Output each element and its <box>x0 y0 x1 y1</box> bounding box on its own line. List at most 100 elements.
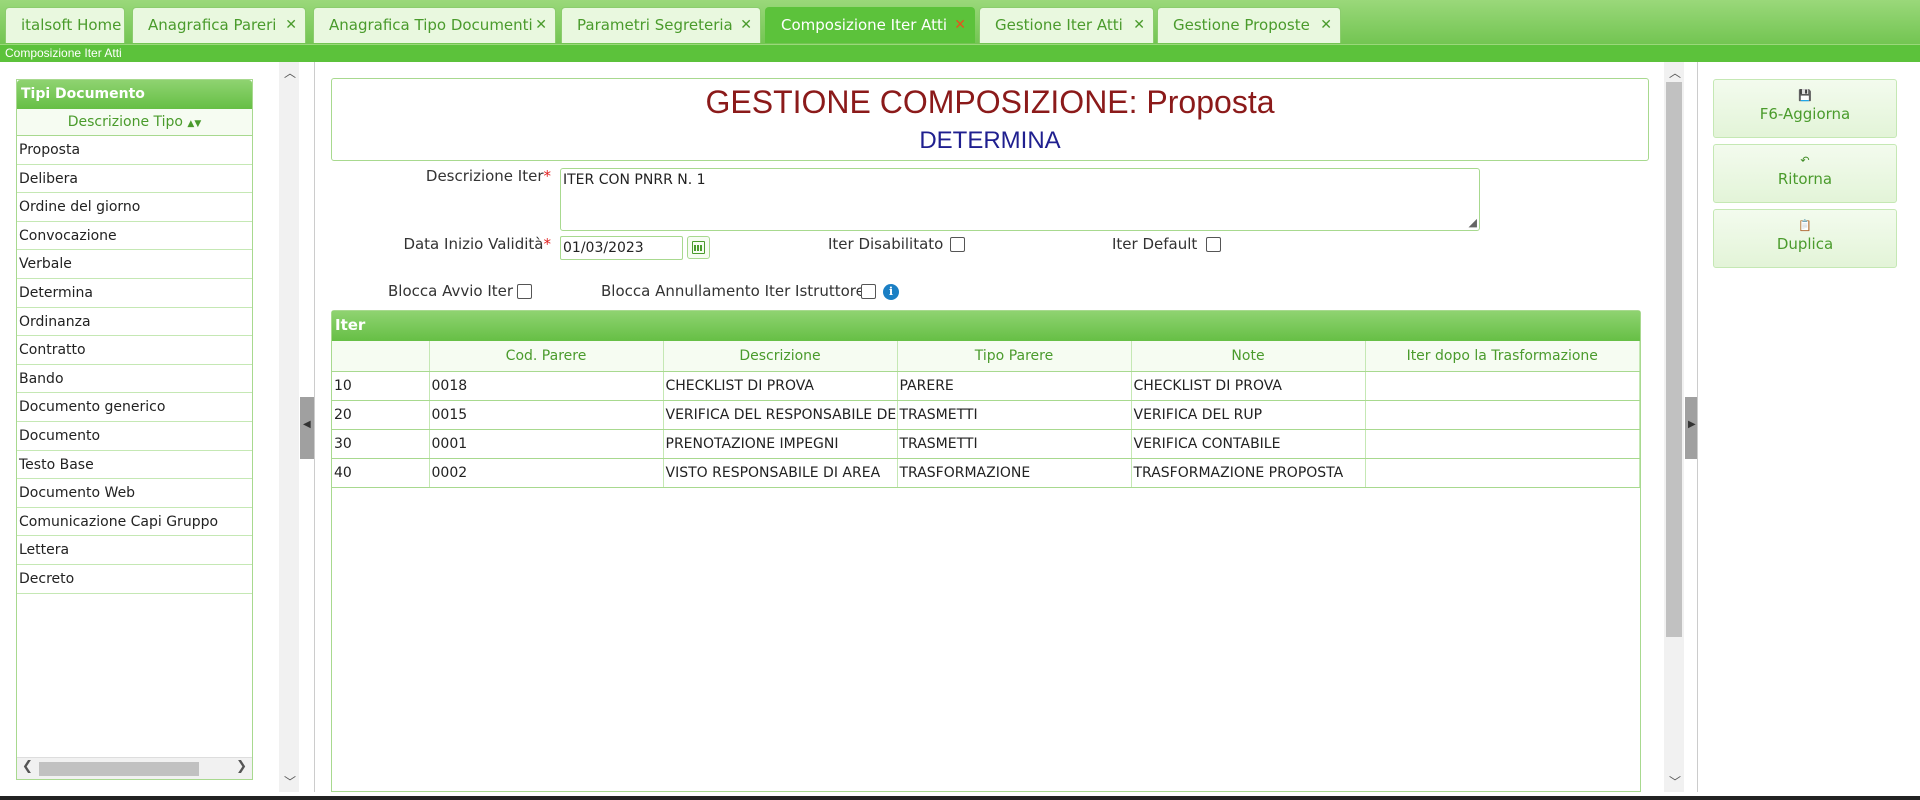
column-header[interactable]: Note <box>1131 341 1366 372</box>
column-header[interactable]: Tipo Parere <box>897 341 1132 372</box>
table-cell: 20 <box>332 400 430 430</box>
column-header[interactable]: Descrizione <box>663 341 898 372</box>
iter-grid: Iter Cod. Parere Descrizione Tipo Parere No… <box>331 310 1641 792</box>
list-item[interactable]: Documento generico <box>17 393 252 422</box>
table-row[interactable]: 200015VERIFICA DEL RESPONSABILE DEL PROC… <box>332 400 1640 430</box>
close-icon[interactable]: ✕ <box>1133 8 1145 42</box>
column-header-descrizione-tipo[interactable]: Descrizione Tipo ▲▼ <box>17 109 252 136</box>
list-item[interactable]: Determina <box>17 279 252 308</box>
chevron-down-icon[interactable]: ﹀ <box>1669 773 1681 790</box>
list-item[interactable]: Documento <box>17 422 252 451</box>
actions-panel: 💾 F6-Aggiorna ↶ Ritorna 📋 Duplica <box>1697 62 1920 792</box>
table-cell: CHECKLIST DI PROVA <box>663 371 898 401</box>
column-header[interactable]: Cod. Parere <box>429 341 664 372</box>
iter-default-checkbox[interactable] <box>1206 237 1221 252</box>
horizontal-scrollbar[interactable]: ❮ ❯ <box>17 757 252 779</box>
table-cell <box>1365 458 1640 488</box>
aggiorna-button[interactable]: 💾 F6-Aggiorna <box>1713 79 1897 138</box>
calendar-button[interactable] <box>687 236 710 259</box>
list-item[interactable]: Ordine del giorno <box>17 193 252 222</box>
tab-parametri-segreteria[interactable]: Parametri Segreteria ✕ <box>561 7 761 43</box>
table-cell: PRENOTAZIONE IMPEGNI <box>663 429 898 459</box>
info-icon[interactable]: i <box>883 284 899 300</box>
triangle-right-icon: ▶ <box>1688 419 1696 430</box>
list-item[interactable]: Contratto <box>17 336 252 365</box>
title-box: GESTIONE COMPOSIZIONE: Proposta DETERMIN… <box>331 78 1649 161</box>
tab-label: Anagrafica Pareri <box>148 16 277 34</box>
page-subtitle: DETERMINA <box>919 127 1061 154</box>
blocca-annullamento-label: Blocca Annullamento Iter Istruttore <box>601 282 865 300</box>
collapse-left-handle[interactable]: ◀ <box>300 397 314 459</box>
column-header[interactable]: Iter dopo la Trasformazione <box>1365 341 1640 372</box>
table-cell: 0002 <box>429 458 664 488</box>
data-inizio-field[interactable]: 01/03/2023 <box>560 236 683 260</box>
button-label: Ritorna <box>1777 170 1833 188</box>
list-item[interactable]: Delibera <box>17 165 252 194</box>
table-cell <box>1365 429 1640 459</box>
table-cell: TRASFORMAZIONE PROPOSTA <box>1131 458 1366 488</box>
table-cell: 0015 <box>429 400 664 430</box>
close-icon[interactable]: ✕ <box>954 8 966 42</box>
table-cell: VERIFICA DEL RUP <box>1131 400 1366 430</box>
list-item[interactable]: Decreto <box>17 565 252 594</box>
tab-label: italsoft Home <box>21 16 122 34</box>
list-item[interactable]: Ordinanza <box>17 308 252 337</box>
list-item[interactable]: Testo Base <box>17 451 252 480</box>
table-row[interactable]: 40 0002 VISTO RESPONSABILE DI AREA TRASFORM… <box>332 458 1640 488</box>
list-item[interactable]: Bando <box>17 365 252 394</box>
blocca-annullamento-checkbox[interactable] <box>861 284 876 299</box>
save-icon: 💾 <box>1798 89 1812 102</box>
tab-bar: italsoft Home Anagrafica Pareri ✕ Anagraf… <box>0 0 1920 44</box>
main-panel: GESTIONE COMPOSIZIONE: Proposta DETERMIN… <box>314 62 1660 792</box>
chevron-up-icon[interactable]: ︿ <box>284 64 296 81</box>
field-value: ITER CON PNRR N. 1 <box>563 172 706 188</box>
chevron-right-icon[interactable]: ❯ <box>236 759 247 774</box>
column-header[interactable] <box>332 341 430 372</box>
sort-icon[interactable]: ▲▼ <box>187 119 201 129</box>
chevron-left-icon[interactable]: ❮ <box>22 759 33 774</box>
table-row[interactable]: 10 0018 CHECKLIST DI PROVA PARERE CHECKLIST … <box>332 371 1640 401</box>
triangle-left-icon: ◀ <box>303 419 311 430</box>
close-icon[interactable]: ✕ <box>1320 8 1332 42</box>
breadcrumb-text: Composizione Iter Atti <box>5 46 122 60</box>
chevron-down-icon[interactable]: ﹀ <box>284 773 296 790</box>
resize-grip-icon[interactable]: ◢ <box>1469 216 1477 229</box>
list-item[interactable]: Verbale <box>17 250 252 279</box>
list-item[interactable]: Convocazione <box>17 222 252 251</box>
tab-anagrafica-tipo-documenti[interactable]: Anagrafica Tipo Documenti ✕ <box>313 7 556 43</box>
close-icon[interactable]: ✕ <box>285 8 297 42</box>
iter-default-label: Iter Default <box>1112 235 1198 253</box>
close-icon[interactable]: ✕ <box>740 8 752 42</box>
table-cell: VERIFICA CONTABILE <box>1131 429 1366 459</box>
ritorna-button[interactable]: ↶ Ritorna <box>1713 144 1897 203</box>
duplica-button[interactable]: 📋 Duplica <box>1713 209 1897 268</box>
blocca-avvio-checkbox[interactable] <box>517 284 532 299</box>
close-icon[interactable]: ✕ <box>535 8 547 42</box>
iter-disabilitato-checkbox[interactable] <box>950 237 965 252</box>
tab-composizione-iter-atti[interactable]: Composizione Iter Atti ✕ <box>765 7 975 43</box>
descrizione-iter-label: Descrizione Iter* <box>425 167 551 185</box>
scrollbar-thumb[interactable] <box>39 762 199 776</box>
chevron-up-icon[interactable]: ︿ <box>1669 64 1681 81</box>
tab-anagrafica-pareri[interactable]: Anagrafica Pareri ✕ <box>132 7 306 43</box>
tab-gestione-iter-atti[interactable]: Gestione Iter Atti ✕ <box>979 7 1154 43</box>
descrizione-iter-field[interactable]: ITER CON PNRR N. 1 ◢ <box>560 168 1480 231</box>
iter-disabilitato-label: Iter Disabilitato <box>828 235 944 253</box>
main-vertical-scrollbar[interactable]: ︿ ﹀ <box>1664 62 1684 792</box>
list-item[interactable]: Proposta <box>17 136 252 165</box>
left-vertical-scrollbar[interactable]: ︿ ﹀ <box>279 62 299 792</box>
list-item[interactable]: Documento Web <box>17 479 252 508</box>
table-cell: 30 <box>332 429 430 459</box>
tab-gestione-proposte[interactable]: Gestione Proposte ✕ <box>1157 7 1341 43</box>
table-row[interactable]: 30 0001 PRENOTAZIONE IMPEGNI TRASMETTI VERIF… <box>332 429 1640 459</box>
button-label: Duplica <box>1776 235 1834 253</box>
list-item[interactable]: Comunicazione Capi Gruppo <box>17 508 252 537</box>
table-cell <box>1365 400 1640 430</box>
list-item[interactable]: Lettera <box>17 536 252 565</box>
tab-label: Composizione Iter Atti <box>781 16 948 34</box>
table-cell <box>1365 371 1640 401</box>
panel-title: Tipi Documento <box>17 80 252 109</box>
scrollbar-thumb[interactable] <box>1666 82 1682 637</box>
tab-home[interactable]: italsoft Home <box>5 7 125 43</box>
table-cell: TRASMETTI <box>897 400 1132 430</box>
